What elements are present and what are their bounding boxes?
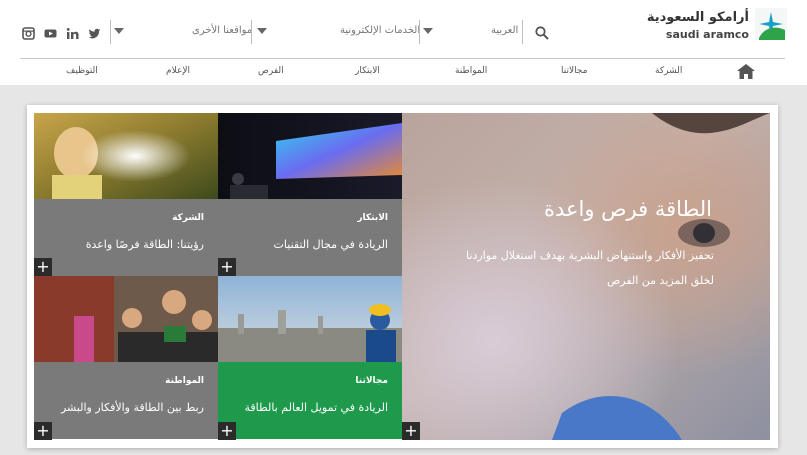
tile-title: الريادة في مجال التقنيات [273, 238, 388, 251]
instagram-icon[interactable] [22, 27, 35, 40]
tile-company[interactable]: الشركة رؤيتنا: الطاقة فرصًا واعدة + [34, 113, 218, 276]
tile-category: مجالاتنا [355, 376, 388, 386]
nav-item-innovation[interactable]: الابتكار [355, 66, 380, 76]
nav-item-media[interactable]: الإعلام [166, 66, 190, 76]
tile-title: الريادة في تمويل العالم بالطاقة [244, 401, 389, 414]
tile-title: رؤيتنا: الطاقة فرصًا واعدة [85, 238, 204, 251]
brand-name-en: saudi aramco [665, 28, 749, 41]
other-sites-link[interactable]: مواقعنا الأخرى [192, 25, 252, 36]
tile-title: ربط بين الطاقة والأفكار والبشر [60, 401, 204, 414]
youtube-icon[interactable] [44, 27, 57, 40]
eservices-link[interactable]: الخدمات الإلكترونية [340, 25, 420, 36]
hero-banner[interactable]: الطاقة فرص واعدة تحفيز الأفكار واستنهاض … [402, 113, 770, 440]
hero-title: الطاقة فرص واعدة [543, 197, 712, 221]
tile-image [34, 276, 218, 362]
divider [522, 20, 523, 44]
logo-mark-icon [755, 8, 787, 40]
tile-panel: الشركة رؤيتنا: الطاقة فرصًا واعدة [34, 199, 218, 276]
expand-plus-icon[interactable]: + [218, 422, 236, 440]
nav-item-careers[interactable]: التوظيف [66, 66, 98, 76]
brand-name-ar: أرامكو السعودية [646, 10, 749, 25]
search-icon[interactable] [535, 26, 549, 40]
chevron-down-icon[interactable] [257, 28, 267, 34]
tile-category: الابتكار [357, 213, 388, 223]
language-link[interactable]: العربية [491, 25, 518, 36]
nav-item-opportunities[interactable]: الفرص [258, 66, 284, 76]
expand-plus-icon[interactable]: + [34, 258, 52, 276]
tile-image [218, 113, 402, 199]
chevron-down-icon[interactable] [114, 28, 124, 34]
tile-panel: الابتكار الريادة في مجال التقنيات [218, 199, 402, 276]
divider [251, 20, 252, 44]
tile-category: المواطنة [165, 376, 204, 386]
tile-panel: المواطنة ربط بين الطاقة والأفكار والبشر [34, 362, 218, 439]
nav-item-areas[interactable]: مجالاتنا [561, 66, 587, 76]
expand-plus-icon[interactable]: + [34, 422, 52, 440]
divider [419, 20, 420, 44]
site-header: مواقعنا الأخرى الخدمات الإلكترونية العرب… [0, 0, 807, 85]
hero-text: تحفيز الأفكار واستنهاض البشرية بهدف استغ… [466, 249, 714, 287]
social-links [22, 27, 101, 40]
tile-category: الشركة [172, 213, 204, 223]
tile-citizenship[interactable]: المواطنة ربط بين الطاقة والأفكار والبشر … [34, 276, 218, 440]
tile-areas[interactable]: مجالاتنا الريادة في تمويل العالم بالطاقة… [218, 276, 402, 440]
nav-divider [20, 58, 785, 59]
home-icon[interactable] [737, 64, 755, 79]
tile-innovation[interactable]: الابتكار الريادة في مجال التقنيات + [218, 113, 402, 276]
twitter-icon[interactable] [88, 27, 101, 40]
expand-plus-icon[interactable]: + [402, 422, 420, 440]
expand-plus-icon[interactable]: + [218, 258, 236, 276]
divider [110, 20, 111, 44]
chevron-down-icon[interactable] [423, 28, 433, 34]
tile-panel: مجالاتنا الريادة في تمويل العالم بالطاقة [218, 362, 402, 439]
nav-item-company[interactable]: الشركة [655, 66, 682, 76]
tile-image [34, 113, 218, 199]
logo[interactable]: أرامكو السعودية saudi aramco [647, 8, 787, 46]
tile-image [218, 276, 402, 362]
linkedin-icon[interactable] [66, 27, 79, 40]
nav-item-citizenship[interactable]: المواطنة [455, 66, 487, 76]
